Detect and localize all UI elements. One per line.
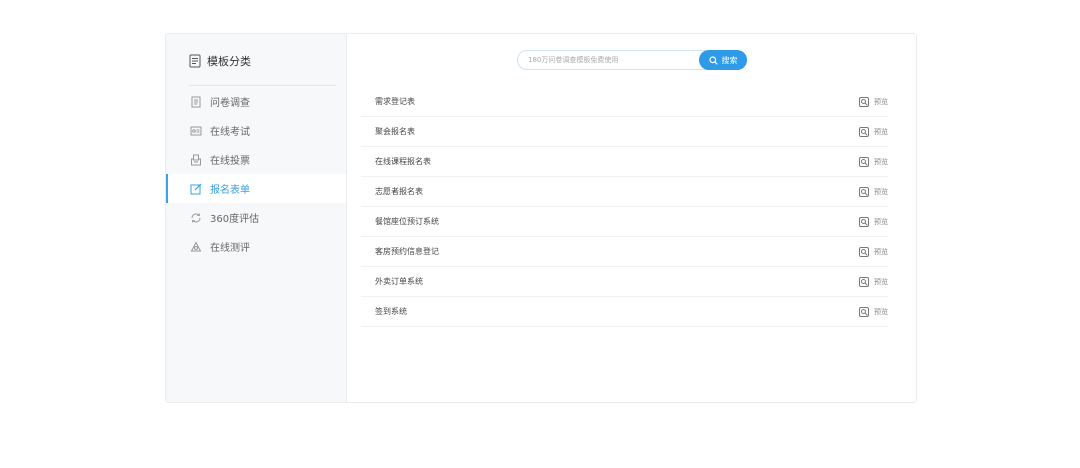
preview-button[interactable]: 预览 [859, 276, 888, 287]
preview-label: 预览 [874, 97, 888, 106]
template-title[interactable]: 志愿者报名表 [361, 186, 423, 197]
preview-label: 预览 [874, 247, 888, 256]
preview-label: 预览 [874, 217, 888, 226]
template-title[interactable]: 需求登记表 [361, 96, 415, 107]
template-row: 聚会报名表 预览 [361, 117, 888, 147]
edit-form-icon [190, 183, 202, 195]
template-title[interactable]: 客房预约信息登记 [361, 246, 439, 257]
template-title[interactable]: 聚会报名表 [361, 126, 415, 137]
preview-button[interactable]: 预览 [859, 246, 888, 257]
cycle-icon [190, 212, 202, 224]
template-row: 餐馆座位预订系统 预览 [361, 207, 888, 237]
template-main: 搜索 需求登记表 预览 聚会报名表 预览 在线课程报名表 预览 志愿者报名表 预… [347, 34, 916, 402]
search-button[interactable]: 搜索 [699, 50, 747, 70]
preview-label: 预览 [874, 277, 888, 286]
sidebar-item-label: 360度评估 [210, 214, 260, 225]
recycle-triangle-icon [190, 240, 202, 253]
template-title[interactable]: 在线课程报名表 [361, 156, 431, 167]
template-list: 需求登记表 预览 聚会报名表 预览 在线课程报名表 预览 志愿者报名表 预览 餐… [361, 87, 888, 327]
preview-icon [859, 186, 869, 197]
ballot-box-icon [190, 154, 202, 166]
preview-icon [859, 216, 869, 227]
template-row: 在线课程报名表 预览 [361, 147, 888, 177]
search-input[interactable] [528, 53, 698, 67]
template-panel: 模板分类 问卷调查 在线考试 在线投票 报名表单 360度评估 在线测评 180… [165, 33, 917, 403]
search-box: 搜索 [517, 50, 747, 70]
sidebar-item-360[interactable]: 360度评估 [166, 203, 346, 232]
preview-icon [859, 156, 869, 167]
sidebar-item-label: 问卷调查 [210, 98, 250, 109]
sidebar-item-label: 在线考试 [210, 127, 250, 138]
preview-label: 预览 [874, 187, 888, 196]
sidebar-item-assessment[interactable]: 在线测评 [166, 232, 346, 261]
category-list: 问卷调查 在线考试 在线投票 报名表单 360度评估 在线测评 [166, 87, 346, 261]
preview-label: 预览 [874, 127, 888, 136]
preview-icon [859, 276, 869, 287]
category-title: 模板分类 [207, 55, 251, 68]
search-button-label: 搜索 [721, 55, 738, 65]
category-sidebar: 模板分类 问卷调查 在线考试 在线投票 报名表单 360度评估 在线测评 [166, 34, 347, 402]
sidebar-item-label: 在线投票 [210, 156, 250, 167]
preview-icon [859, 306, 869, 317]
preview-button[interactable]: 预览 [859, 216, 888, 227]
document-list-icon [190, 96, 202, 108]
search-icon [708, 55, 718, 65]
sidebar-item-exam[interactable]: 在线考试 [166, 116, 346, 145]
category-header: 模板分类 [189, 53, 336, 86]
template-doc-icon [189, 54, 201, 68]
preview-label: 预览 [874, 307, 888, 316]
sidebar-item-registration[interactable]: 报名表单 [166, 174, 346, 203]
preview-icon [859, 246, 869, 257]
template-row: 客房预约信息登记 预览 [361, 237, 888, 267]
template-title[interactable]: 餐馆座位预订系统 [361, 216, 439, 227]
sidebar-item-label: 报名表单 [210, 185, 250, 196]
sidebar-item-vote[interactable]: 在线投票 [166, 145, 346, 174]
template-row: 志愿者报名表 预览 [361, 177, 888, 207]
sidebar-item-survey[interactable]: 问卷调查 [166, 87, 346, 116]
preview-icon [859, 96, 869, 107]
preview-icon [859, 126, 869, 137]
preview-label: 预览 [874, 157, 888, 166]
preview-button[interactable]: 预览 [859, 96, 888, 107]
preview-button[interactable]: 预览 [859, 156, 888, 167]
template-title[interactable]: 签到系统 [361, 306, 407, 317]
template-row: 外卖订单系统 预览 [361, 267, 888, 297]
template-title[interactable]: 外卖订单系统 [361, 276, 423, 287]
exam-icon [190, 125, 202, 137]
preview-button[interactable]: 预览 [859, 186, 888, 197]
template-row: 需求登记表 预览 [361, 87, 888, 117]
preview-button[interactable]: 预览 [859, 126, 888, 137]
template-row: 签到系统 预览 [361, 297, 888, 327]
sidebar-item-label: 在线测评 [210, 243, 250, 254]
preview-button[interactable]: 预览 [859, 306, 888, 317]
